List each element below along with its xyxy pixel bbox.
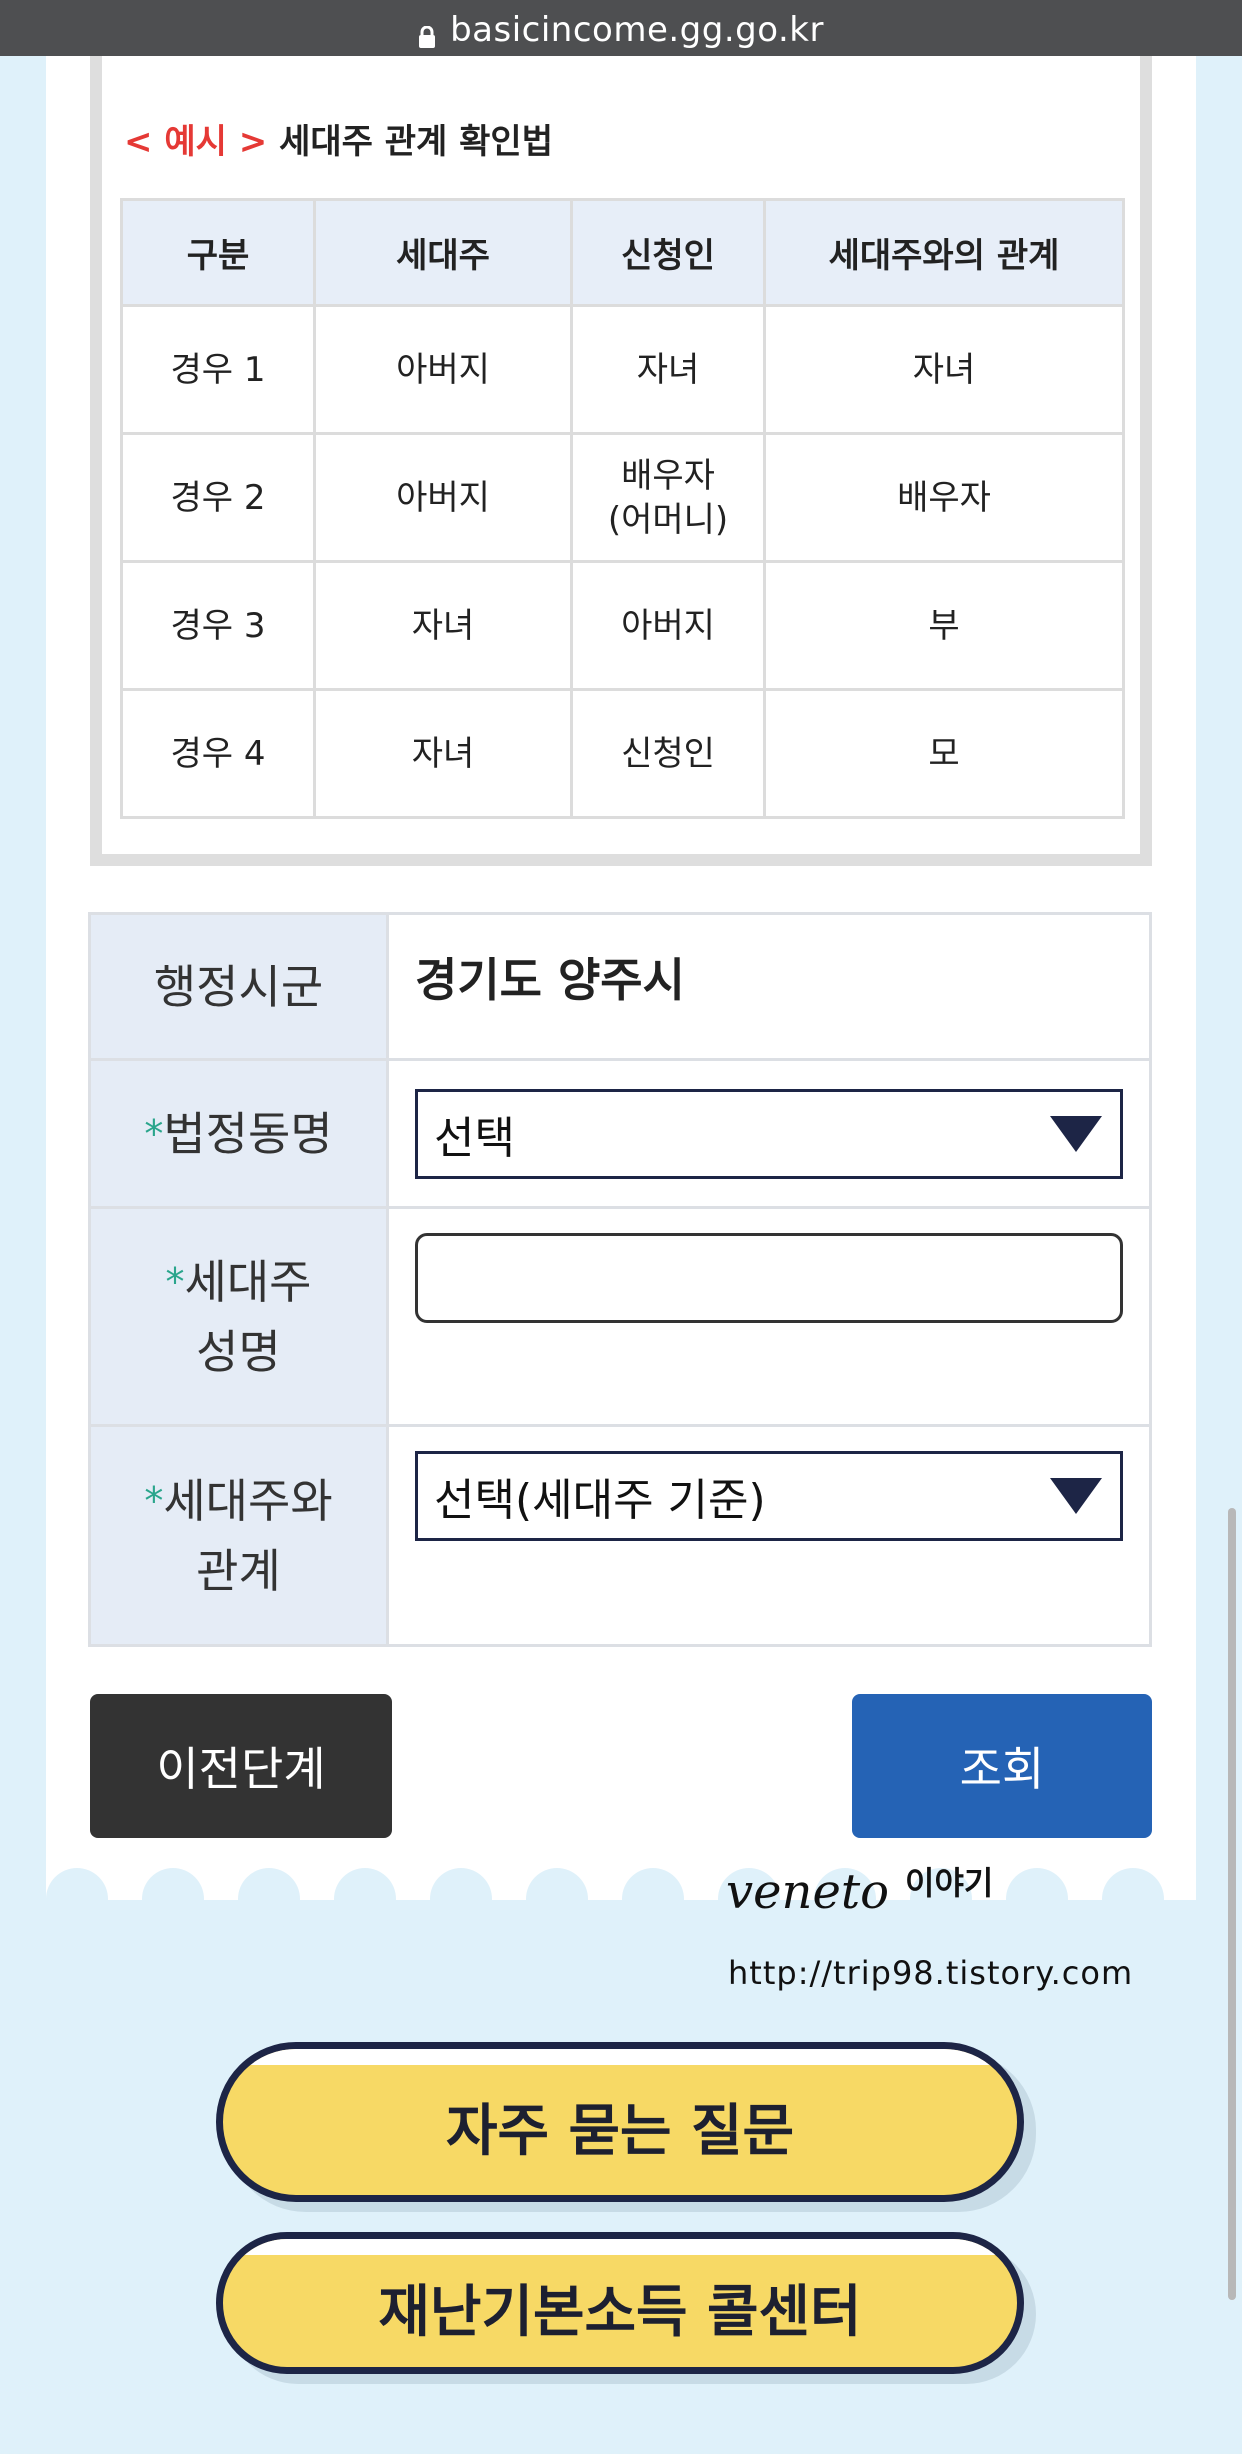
browser-url-bar[interactable]: basicincome.gg.go.kr xyxy=(0,0,1242,56)
callcenter-button[interactable]: 재난기본소득 콜센터 xyxy=(216,2232,1024,2374)
form-row-name: *세대주 성명 xyxy=(88,1206,1152,1427)
table-cell: 부 xyxy=(763,560,1125,691)
relation-label: *세대주와 관계 xyxy=(88,1424,389,1647)
relation-select-value: 선택(세대주 기준) xyxy=(434,1475,766,1526)
required-mark: * xyxy=(144,1111,164,1156)
table-cell: 배우자 xyxy=(763,432,1125,563)
household-form: 행정시군 경기도 양주시 *법정동명 선택 *세대주 성명 *세대주와 관계 선… xyxy=(88,912,1152,1647)
example-title: < 예시 > 세대주 관계 확인법 xyxy=(124,114,553,163)
form-row-relation: *세대주와 관계 선택(세대주 기준) xyxy=(88,1424,1152,1647)
table-cell: 신청인 xyxy=(570,688,766,819)
dong-label: *법정동명 xyxy=(88,1058,389,1209)
example-title-text: 세대주 관계 확인법 xyxy=(279,122,553,162)
table-cell: 자녀 xyxy=(763,304,1125,435)
table-row: 경우 3 자녀 아버지 부 xyxy=(120,560,1125,691)
householder-name-input[interactable] xyxy=(415,1233,1123,1323)
header-cell: 구분 xyxy=(120,198,316,307)
table-cell: 경우 3 xyxy=(120,560,316,691)
table-header-row: 구분 세대주 신청인 세대주와의 관계 xyxy=(120,198,1125,307)
lock-icon xyxy=(419,26,436,48)
form-row-dong: *법정동명 선택 xyxy=(88,1058,1152,1209)
chevron-down-icon xyxy=(1050,1478,1102,1514)
scalloped-edge xyxy=(46,1860,1196,1930)
header-cell: 신청인 xyxy=(570,198,766,307)
required-mark: * xyxy=(165,1259,185,1304)
header-cell: 세대주와의 관계 xyxy=(763,198,1125,307)
faq-button[interactable]: 자주 묻는 질문 xyxy=(216,2042,1024,2202)
region-label: 행정시군 xyxy=(88,912,389,1061)
relation-select[interactable]: 선택(세대주 기준) xyxy=(415,1451,1123,1541)
watermark-url: http://trip98.tistory.com xyxy=(728,1954,1134,1992)
dong-select[interactable]: 선택 xyxy=(415,1088,1123,1179)
table-cell: 아버지 xyxy=(570,560,766,691)
required-mark: * xyxy=(144,1478,164,1523)
url-text: basicincome.gg.go.kr xyxy=(450,10,824,50)
example-prefix: < 예시 > xyxy=(124,122,268,162)
relation-example-table: 구분 세대주 신청인 세대주와의 관계 경우 1 아버지 자녀 자녀 경우 2 … xyxy=(120,198,1125,819)
table-cell: 아버지 xyxy=(313,432,573,563)
householder-name-label: *세대주 성명 xyxy=(88,1206,389,1427)
table-cell: 아버지 xyxy=(313,304,573,435)
table-cell: 경우 1 xyxy=(120,304,316,435)
chevron-down-icon xyxy=(1050,1115,1102,1152)
form-row-region: 행정시군 경기도 양주시 xyxy=(88,912,1152,1061)
table-row: 경우 4 자녀 신청인 모 xyxy=(120,688,1125,819)
table-cell: 모 xyxy=(763,688,1125,819)
dong-select-value: 선택 xyxy=(434,1112,515,1164)
watermark-brand: veneto 이야기 xyxy=(726,1864,994,1920)
query-button[interactable]: 조회 xyxy=(852,1694,1152,1838)
table-cell: 경우 2 xyxy=(120,432,316,563)
previous-step-button[interactable]: 이전단계 xyxy=(90,1694,392,1838)
scrollbar[interactable] xyxy=(1228,1508,1236,2300)
header-cell: 세대주 xyxy=(313,198,573,307)
table-row: 경우 2 아버지 배우자 (어머니) 배우자 xyxy=(120,432,1125,563)
region-value: 경기도 양주시 xyxy=(415,952,685,1007)
table-cell: 자녀 xyxy=(313,560,573,691)
table-cell: 경우 4 xyxy=(120,688,316,819)
table-cell: 자녀 xyxy=(570,304,766,435)
table-cell: 배우자 (어머니) xyxy=(570,432,766,563)
table-row: 경우 1 아버지 자녀 자녀 xyxy=(120,304,1125,435)
table-cell: 자녀 xyxy=(313,688,573,819)
